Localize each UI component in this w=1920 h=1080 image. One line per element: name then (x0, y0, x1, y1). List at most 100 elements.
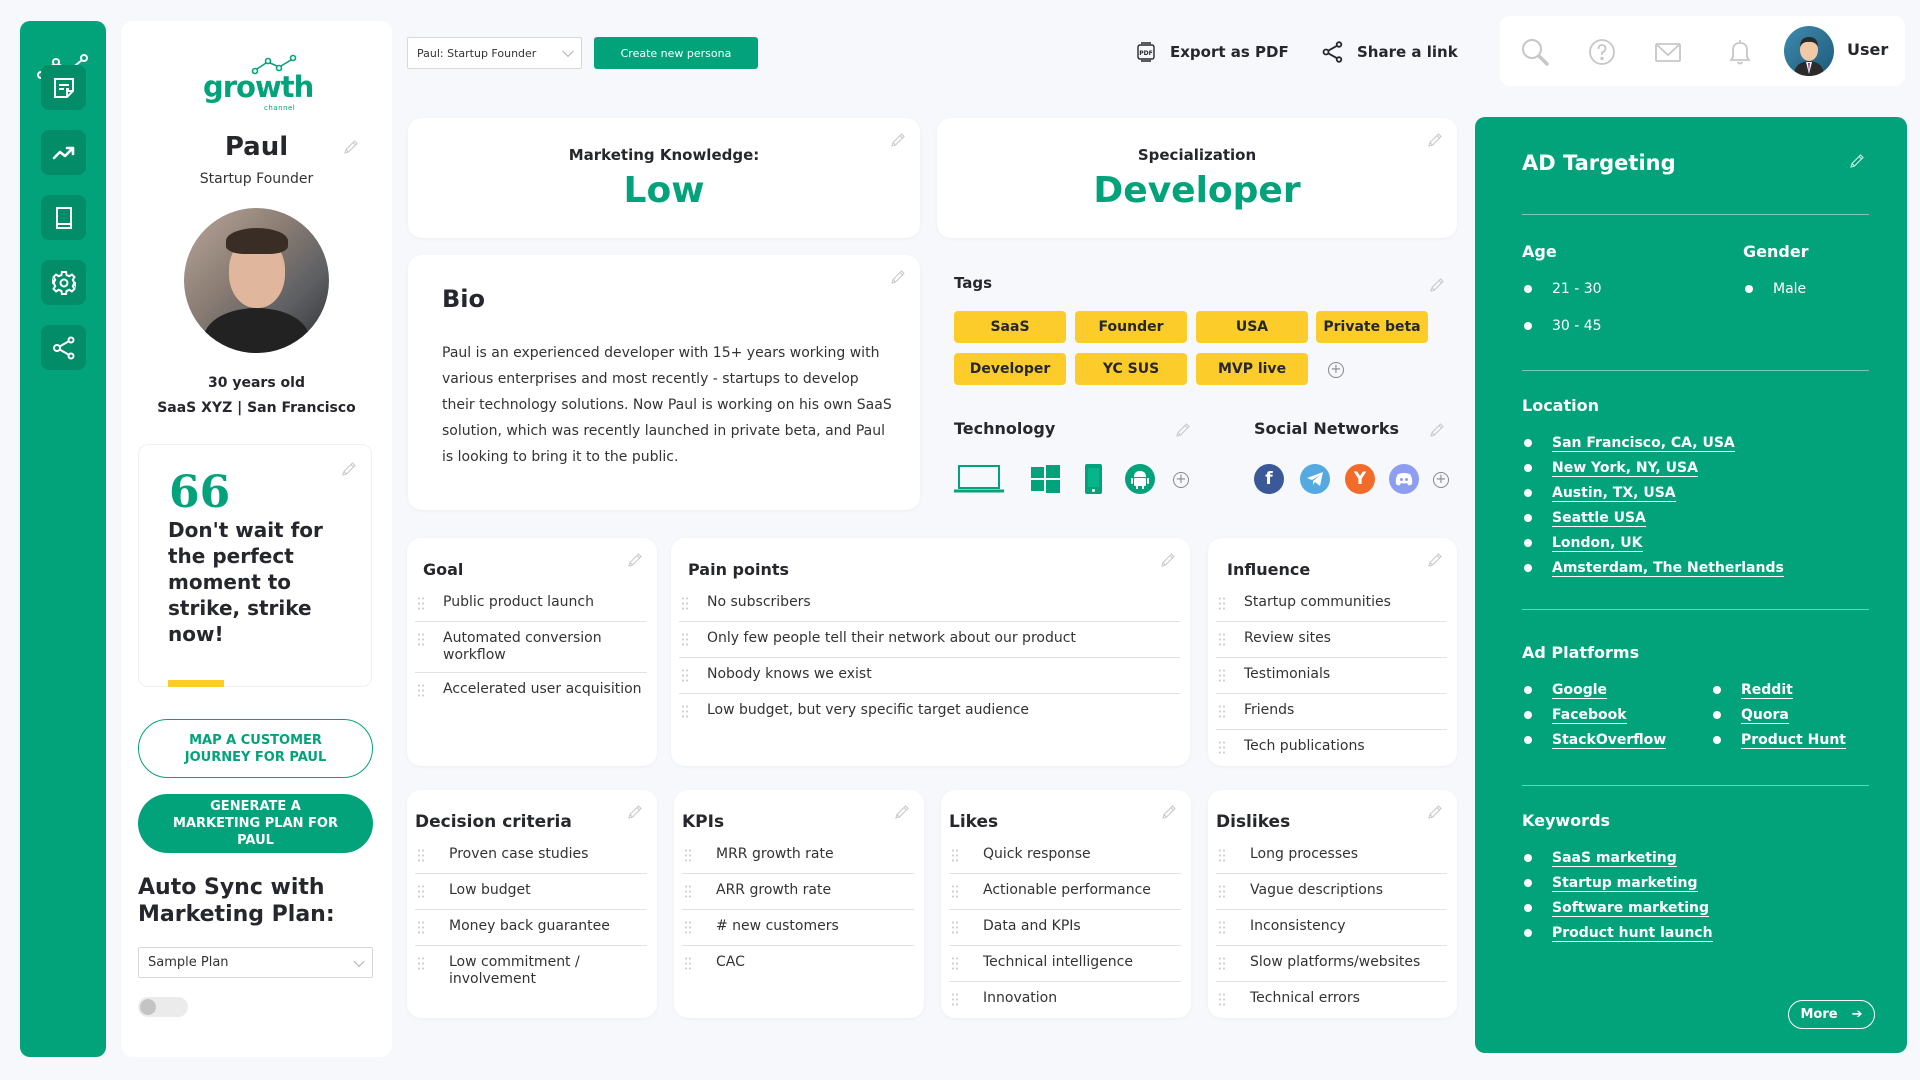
tag-chip[interactable]: SaaS (954, 311, 1066, 343)
sidebar-item-settings[interactable] (41, 260, 86, 305)
sidebar-item-notes[interactable] (41, 65, 86, 110)
targeting-link-item[interactable]: Product Hunt (1711, 730, 1846, 755)
drag-handle-icon[interactable] (1218, 992, 1226, 1006)
targeting-link[interactable]: Software marketing (1552, 900, 1709, 917)
targeting-link-item[interactable]: London, UK (1522, 533, 1784, 558)
targeting-link-item[interactable]: Seattle USA (1522, 508, 1784, 533)
list-item[interactable]: Low commitment / involvement (415, 946, 647, 996)
drag-handle-icon[interactable] (1218, 920, 1226, 934)
targeting-link-item[interactable]: StackOverflow (1522, 730, 1667, 755)
drag-handle-icon[interactable] (417, 848, 425, 862)
user-name[interactable]: User (1847, 40, 1888, 59)
list-item[interactable]: Startup communities (1216, 586, 1447, 622)
list-item[interactable]: Nobody knows we exist (679, 658, 1180, 694)
edit-kpis-icon[interactable] (894, 804, 910, 820)
drag-handle-icon[interactable] (951, 992, 959, 1006)
sidebar-item-share[interactable] (41, 325, 86, 370)
list-item[interactable]: Quick response (949, 838, 1181, 874)
list-item[interactable]: Review sites (1216, 622, 1447, 658)
targeting-link-item[interactable]: New York, NY, USA (1522, 458, 1784, 483)
targeting-link-item[interactable]: Amsterdam, The Netherlands (1522, 558, 1784, 583)
persona-select[interactable]: Paul: Startup Founder (407, 37, 582, 69)
drag-handle-icon[interactable] (684, 920, 692, 934)
edit-decision-criteria-icon[interactable] (627, 804, 643, 820)
list-item[interactable]: Actionable performance (949, 874, 1181, 910)
telegram-icon[interactable] (1300, 464, 1330, 494)
list-item[interactable]: Money back guarantee (415, 910, 647, 946)
sidebar-item-growth[interactable] (41, 130, 86, 175)
list-item[interactable]: Friends (1216, 694, 1447, 730)
list-item[interactable]: Public product launch (415, 586, 647, 622)
edit-ad-targeting-icon[interactable] (1849, 153, 1865, 169)
marketing-plan-select[interactable]: Sample Plan (138, 947, 373, 978)
drag-handle-icon[interactable] (951, 884, 959, 898)
list-item[interactable]: Technical intelligence (949, 946, 1181, 982)
list-item[interactable]: Automated conversion workflow (415, 622, 647, 673)
targeting-link-item[interactable]: SaaS marketing (1522, 848, 1713, 873)
list-item[interactable]: Inconsistency (1216, 910, 1447, 946)
user-avatar[interactable] (1784, 26, 1834, 76)
edit-likes-icon[interactable] (1161, 804, 1177, 820)
drag-handle-icon[interactable] (1218, 884, 1226, 898)
targeting-link-item[interactable]: Software marketing (1522, 898, 1713, 923)
targeting-link-item[interactable]: Reddit (1711, 680, 1846, 705)
help-button[interactable] (1587, 37, 1617, 67)
list-item[interactable]: Only few people tell their network about… (679, 622, 1180, 658)
drag-handle-icon[interactable] (684, 848, 692, 862)
list-item[interactable]: No subscribers (679, 586, 1180, 622)
share-link-button[interactable]: Share a link (1322, 38, 1458, 66)
list-item[interactable]: Innovation (949, 982, 1181, 1018)
list-item[interactable]: Data and KPIs (949, 910, 1181, 946)
list-item[interactable]: Testimonials (1216, 658, 1447, 694)
targeting-link-item[interactable]: Product hunt launch (1522, 923, 1713, 948)
list-item[interactable]: Vague descriptions (1216, 874, 1447, 910)
drag-handle-icon[interactable] (1218, 740, 1226, 754)
drag-handle-icon[interactable] (1218, 632, 1226, 646)
targeting-link[interactable]: New York, NY, USA (1552, 460, 1698, 477)
targeting-link[interactable]: London, UK (1552, 535, 1643, 552)
drag-handle-icon[interactable] (1218, 668, 1226, 682)
list-item[interactable]: Proven case studies (415, 838, 647, 874)
notifications-button[interactable] (1725, 37, 1755, 67)
add-technology-icon[interactable]: + (1173, 472, 1189, 488)
add-social-network-icon[interactable]: + (1433, 472, 1449, 488)
list-item[interactable]: CAC (682, 946, 914, 982)
tag-chip[interactable]: USA (1196, 311, 1308, 343)
ycombinator-icon[interactable]: Y (1345, 464, 1375, 494)
list-item[interactable]: Low budget, but very specific target aud… (679, 694, 1180, 730)
discord-icon[interactable] (1389, 464, 1419, 494)
list-item[interactable]: Long processes (1216, 838, 1447, 874)
drag-handle-icon[interactable] (417, 683, 425, 697)
drag-handle-icon[interactable] (1218, 848, 1226, 862)
drag-handle-icon[interactable] (417, 956, 425, 970)
edit-influence-icon[interactable] (1427, 552, 1443, 568)
targeting-link[interactable]: Quora (1741, 707, 1789, 724)
list-item[interactable]: Slow platforms/websites (1216, 946, 1447, 982)
search-button[interactable] (1520, 37, 1550, 67)
drag-handle-icon[interactable] (681, 704, 689, 718)
list-item[interactable]: ARR growth rate (682, 874, 914, 910)
create-new-persona-button[interactable]: Create new persona (594, 37, 758, 69)
list-item[interactable]: Low budget (415, 874, 647, 910)
generate-marketing-plan-button[interactable]: GENERATE A MARKETING PLAN FOR PAUL (138, 794, 373, 853)
list-item[interactable]: Accelerated user acquisition (415, 673, 647, 709)
drag-handle-icon[interactable] (951, 920, 959, 934)
list-item[interactable]: # new customers (682, 910, 914, 946)
drag-handle-icon[interactable] (681, 632, 689, 646)
drag-handle-icon[interactable] (417, 920, 425, 934)
targeting-link[interactable]: Reddit (1741, 682, 1793, 699)
targeting-link[interactable]: Startup marketing (1552, 875, 1698, 892)
sidebar-item-library[interactable] (41, 195, 86, 240)
edit-social-networks-icon[interactable] (1429, 422, 1445, 438)
tag-chip[interactable]: Founder (1075, 311, 1187, 343)
targeting-link[interactable]: SaaS marketing (1552, 850, 1677, 867)
edit-pain-points-icon[interactable] (1160, 552, 1176, 568)
drag-handle-icon[interactable] (1218, 704, 1226, 718)
targeting-link-item[interactable]: Austin, TX, USA (1522, 483, 1784, 508)
edit-bio-icon[interactable] (890, 269, 906, 285)
edit-dislikes-icon[interactable] (1427, 804, 1443, 820)
drag-handle-icon[interactable] (1218, 956, 1226, 970)
edit-quote-icon[interactable] (341, 461, 357, 477)
add-tag-icon[interactable]: + (1328, 362, 1344, 378)
edit-goal-icon[interactable] (627, 552, 643, 568)
